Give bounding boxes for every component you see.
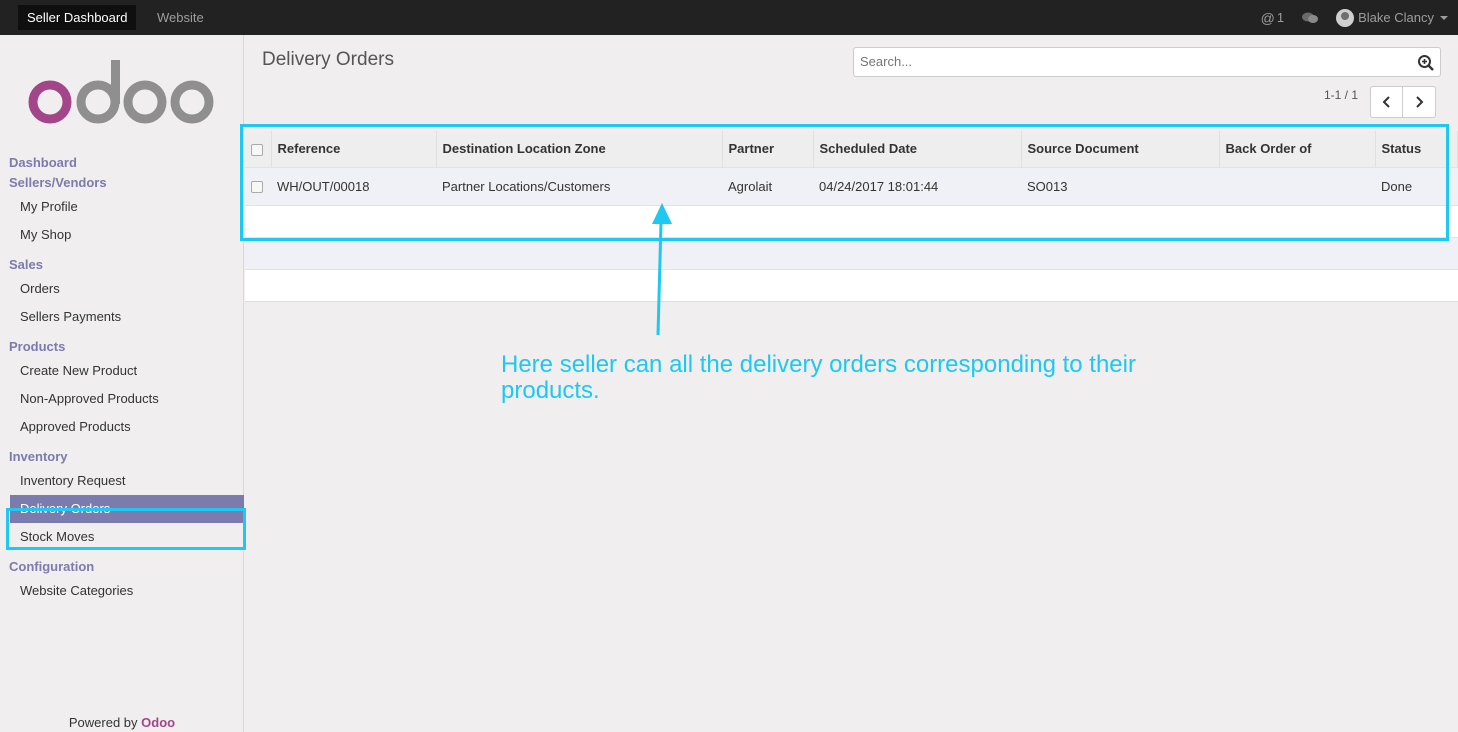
- annotation-text: Here seller can all the delivery orders …: [501, 351, 1136, 404]
- pager-value: 1-1 / 1: [1324, 88, 1359, 102]
- pager-buttons: [1370, 86, 1436, 118]
- sidebar-item-website-categories[interactable]: Website Categories: [0, 577, 244, 605]
- tab-seller-dashboard[interactable]: Seller Dashboard: [18, 5, 137, 30]
- section-configuration: Configuration: [9, 559, 95, 574]
- search-input[interactable]: [854, 48, 1414, 74]
- top-navbar: Seller Dashboard Website @ 1 Blake Clanc…: [0, 0, 1458, 35]
- powered-by-brand-link[interactable]: Odoo: [141, 715, 175, 730]
- search-zoom-icon[interactable]: [1417, 54, 1435, 72]
- section-dashboard[interactable]: Dashboard: [0, 153, 244, 173]
- sidebar-item-non-approved-products[interactable]: Non-Approved Products: [0, 385, 244, 413]
- user-menu[interactable]: Blake Clancy: [1336, 8, 1448, 27]
- page-title: Delivery Orders: [262, 49, 394, 70]
- section-sales: Sales: [9, 257, 43, 272]
- user-name: Blake Clancy: [1358, 10, 1434, 25]
- sidebar-item-my-profile[interactable]: My Profile: [0, 193, 244, 221]
- powered-by: Powered by Odoo: [0, 715, 244, 730]
- avatar: [1336, 8, 1355, 27]
- pager-previous-button[interactable]: [1370, 86, 1403, 118]
- chevron-right-icon: [1416, 96, 1424, 108]
- at-sign-icon: @: [1260, 9, 1275, 26]
- empty-cell: [245, 268, 1458, 301]
- section-products: Products: [9, 339, 66, 354]
- tab-website[interactable]: Website: [148, 5, 213, 30]
- annotation-arrow-icon: [652, 203, 672, 336]
- powered-by-label: Powered by: [68, 715, 138, 730]
- section-inventory: Inventory: [9, 449, 68, 464]
- table-highlight-box: [240, 124, 1449, 241]
- caret-down-icon: [1440, 15, 1448, 20]
- sidebar-item-orders[interactable]: Orders: [0, 275, 244, 303]
- pager-next-button[interactable]: [1403, 86, 1436, 118]
- mentions-count: 1: [1276, 10, 1285, 25]
- mentions-button[interactable]: @ 1: [1261, 10, 1284, 26]
- search-box: [853, 47, 1441, 77]
- empty-row: [245, 268, 1458, 301]
- chat-button[interactable]: [1302, 12, 1319, 24]
- sidebar-item-sellers-payments[interactable]: Sellers Payments: [0, 303, 244, 331]
- sidebar-item-my-shop[interactable]: My Shop: [0, 221, 244, 249]
- sidebar: Dashboard Sellers/Vendors My Profile My …: [0, 35, 244, 732]
- control-panel: Delivery Orders 1-1 / 1: [245, 35, 1458, 121]
- empty-row: [245, 236, 1458, 269]
- chevron-left-icon: [1382, 96, 1390, 108]
- sidebar-highlight-box: [6, 508, 246, 550]
- chat-bubbles-icon: [1302, 12, 1319, 23]
- section-sellers-vendors: Sellers/Vendors: [9, 175, 107, 190]
- sidebar-item-inventory-request[interactable]: Inventory Request: [0, 467, 244, 495]
- sidebar-item-approved-products[interactable]: Approved Products: [0, 413, 244, 441]
- sidebar-item-create-new-product[interactable]: Create New Product: [0, 357, 244, 385]
- empty-cell: [245, 236, 1458, 269]
- odoo-logo: [28, 60, 214, 124]
- topbar-right: @ 1 Blake Clancy: [1243, 0, 1448, 35]
